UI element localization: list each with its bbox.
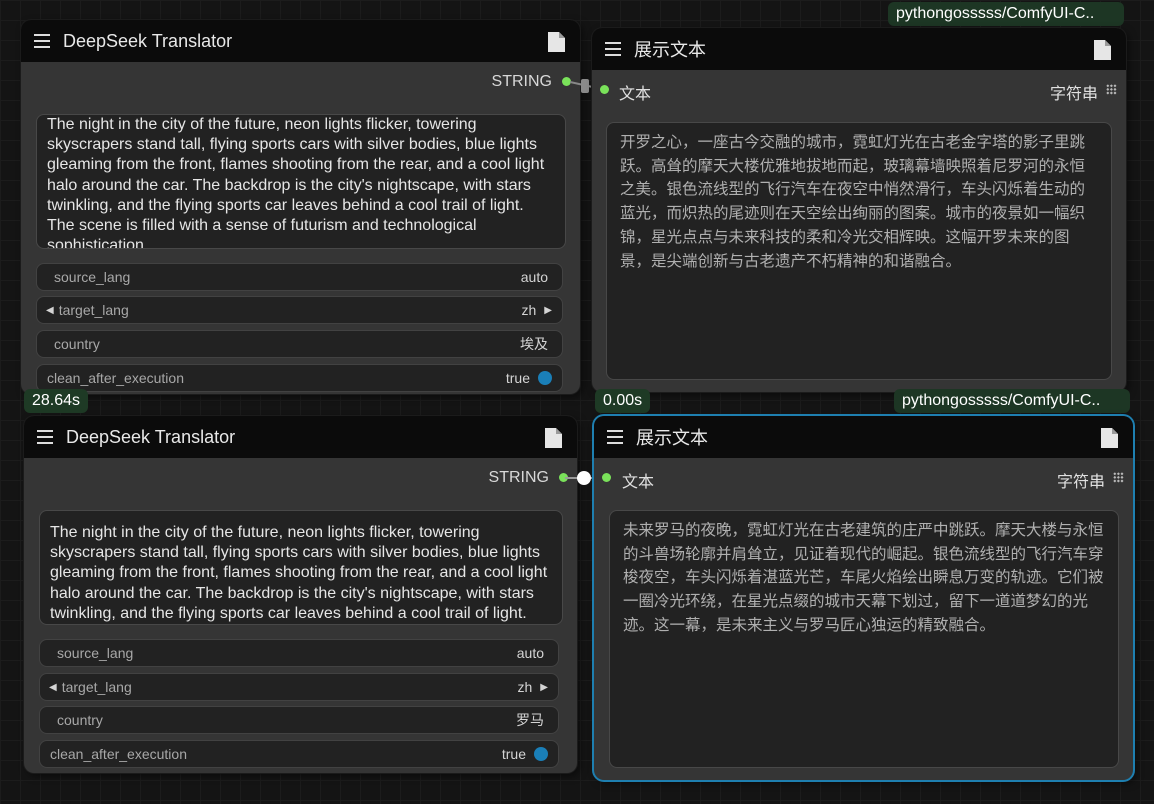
target-lang-widget[interactable]: ◀ target_lang zh ▶ — [36, 296, 563, 324]
node-header[interactable]: 展示文本 — [594, 416, 1133, 458]
widget-value: true — [505, 370, 530, 386]
input-slot-label: 文本 — [619, 86, 652, 103]
widget-value: auto — [520, 269, 548, 285]
widget-label: country — [57, 712, 103, 728]
document-icon[interactable] — [543, 427, 563, 449]
widget-value: 罗马 — [516, 712, 544, 728]
output-slot-label: STRING — [491, 73, 552, 90]
node-title: DeepSeek Translator — [63, 30, 233, 51]
display-text-area[interactable]: 开罗之心，一座古今交融的城市，霓虹灯光在古老金字塔的影子里跳跃。高耸的摩天大楼优… — [606, 122, 1112, 380]
chevron-left-icon[interactable]: ◀ — [49, 682, 57, 693]
chevron-right-icon[interactable]: ▶ — [544, 305, 552, 316]
toggle-dot[interactable] — [534, 747, 548, 761]
node-title: DeepSeek Translator — [66, 426, 236, 447]
show-text-node-1[interactable]: 展示文本 文本 字符串 开罗之心，一座古今交融的城市，霓虹灯光在古老金字塔的影子… — [592, 28, 1126, 392]
execution-time-badge: 0.00s — [595, 389, 651, 413]
type-label: 字符串 — [1056, 474, 1105, 491]
display-text-area[interactable]: 未来罗马的夜晚，霓虹灯光在古老建筑的庄严中跳跃。摩天大楼与永恒的斗兽场轮廓并肩耸… — [609, 510, 1119, 768]
widget-label: clean_after_execution — [50, 746, 187, 762]
widget-label: target_lang — [58, 302, 129, 318]
node-header[interactable]: DeepSeek Translator — [24, 416, 577, 458]
text-output-area[interactable]: The night in the city of the future, neo… — [39, 510, 563, 625]
widget-value: zh — [521, 302, 537, 318]
translator-node-1[interactable]: DeepSeek Translator STRING The night in … — [21, 20, 580, 394]
widget-value: auto — [516, 645, 544, 661]
type-label: 字符串 — [1049, 86, 1098, 103]
chevron-left-icon[interactable]: ◀ — [46, 305, 54, 316]
document-icon[interactable] — [1099, 427, 1119, 449]
input-slot-dot[interactable] — [602, 473, 611, 482]
node-source-badge: pythongosssss/ComfyUI-C.. — [894, 389, 1130, 413]
widget-label: source_lang — [57, 645, 134, 661]
input-slot-label: 文本 — [622, 474, 655, 491]
translator-node-2[interactable]: DeepSeek Translator STRING The night in … — [24, 416, 577, 773]
grid-dots-icon — [1113, 472, 1124, 483]
hamburger-menu-icon[interactable] — [607, 430, 623, 444]
node-source-badge: pythongosssss/ComfyUI-C.. — [888, 2, 1124, 26]
hamburger-menu-icon[interactable] — [37, 430, 53, 444]
source-lang-widget[interactable]: source_lang auto — [39, 639, 559, 667]
node-title: 展示文本 — [636, 428, 708, 448]
widget-value: 埃及 — [520, 336, 548, 352]
widget-label: clean_after_execution — [47, 370, 184, 386]
chevron-right-icon[interactable]: ▶ — [540, 682, 548, 693]
execution-time-badge: 28.64s — [24, 389, 89, 413]
document-icon[interactable] — [1092, 39, 1112, 61]
clean-after-execution-toggle[interactable]: clean_after_execution true — [36, 364, 563, 392]
input-slot-dot[interactable] — [600, 85, 609, 94]
hamburger-menu-icon[interactable] — [34, 34, 50, 48]
widget-label: target_lang — [61, 679, 132, 695]
country-widget[interactable]: country 埃及 — [36, 330, 563, 358]
show-text-node-2[interactable]: 展示文本 文本 字符串 未来罗马的夜晚，霓虹灯光在古老建筑的庄严中跳跃。摩天大楼… — [594, 416, 1133, 780]
document-icon[interactable] — [546, 31, 566, 53]
node-header[interactable]: DeepSeek Translator — [21, 20, 580, 62]
country-widget[interactable]: country 罗马 — [39, 706, 559, 734]
source-lang-widget[interactable]: source_lang auto — [36, 263, 563, 291]
widget-label: source_lang — [54, 269, 131, 285]
target-lang-widget[interactable]: ◀ target_lang zh ▶ — [39, 673, 559, 701]
widget-value: zh — [517, 679, 533, 695]
clean-after-execution-toggle[interactable]: clean_after_execution true — [39, 740, 559, 768]
output-slot-label: STRING — [488, 469, 549, 486]
toggle-dot[interactable] — [538, 371, 552, 385]
hamburger-menu-icon[interactable] — [605, 42, 621, 56]
text-output-area[interactable]: The night in the city of the future, neo… — [36, 114, 566, 249]
node-title: 展示文本 — [634, 40, 706, 60]
node-header[interactable]: 展示文本 — [592, 28, 1126, 70]
widget-label: country — [54, 336, 100, 352]
grid-dots-icon — [1106, 84, 1117, 95]
widget-value: true — [501, 746, 526, 762]
